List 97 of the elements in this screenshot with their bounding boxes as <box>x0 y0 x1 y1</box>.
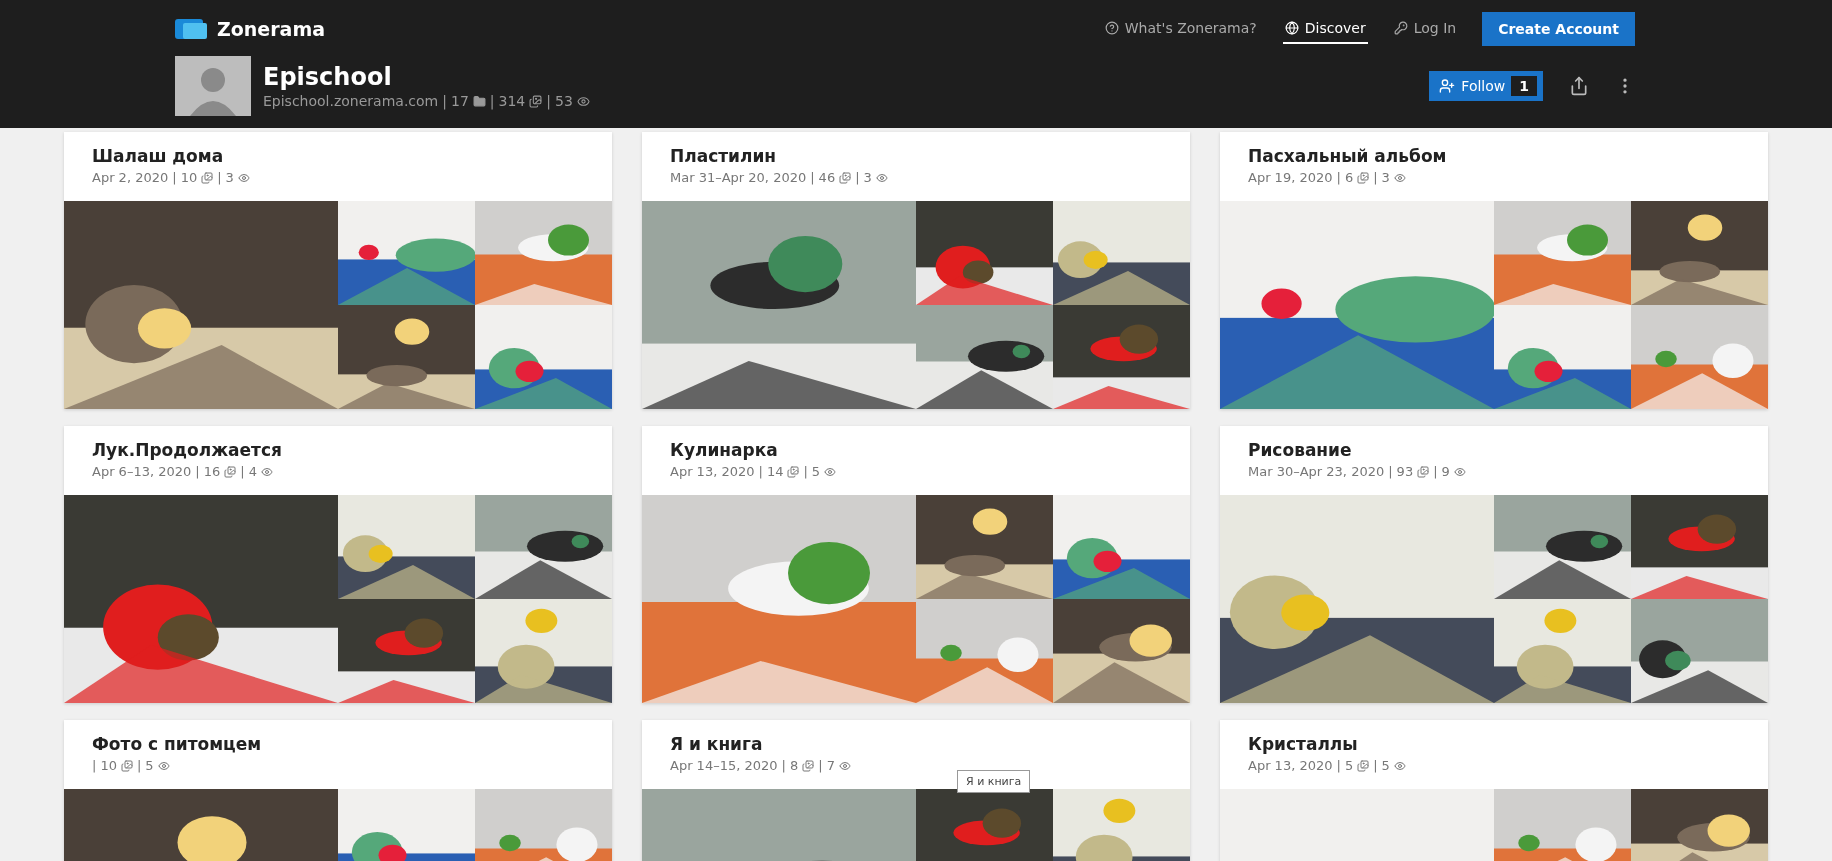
view-count: 4 <box>248 464 257 479</box>
separator: | <box>136 758 142 773</box>
separator: | <box>240 464 245 479</box>
photos-icon <box>224 465 237 478</box>
view-count: 3 <box>225 170 234 185</box>
eye-icon <box>576 94 590 108</box>
album-date: Mar 31–Apr 20, 2020 <box>670 170 807 185</box>
album-title: Рисование <box>1248 440 1353 460</box>
album-title: Пластилин <box>670 146 778 166</box>
follow-button[interactable]: Follow 1 <box>1429 71 1543 101</box>
photo-count: 16 <box>203 464 221 479</box>
separator: | <box>92 758 97 773</box>
folder-icon <box>472 94 486 108</box>
separator: | <box>546 93 551 109</box>
separator: | <box>1373 170 1378 185</box>
separator: | <box>818 758 823 773</box>
photo-count: 6 <box>1344 170 1354 185</box>
follower-count: 1 <box>1511 76 1537 96</box>
view-count: 3 <box>863 170 872 185</box>
profile-domain: Epischool.zonerama.com <box>263 93 439 109</box>
eye-icon <box>260 465 273 478</box>
nav-link[interactable]: Log In <box>1391 14 1459 44</box>
photos-icon <box>529 94 543 108</box>
photo-count: 93 <box>1396 464 1414 479</box>
separator: | <box>1373 758 1378 773</box>
photos-icon <box>120 759 133 772</box>
eye-icon <box>838 759 851 772</box>
photo-count: 314 <box>498 93 526 109</box>
view-count: 5 <box>145 758 154 773</box>
eye-icon <box>1393 759 1406 772</box>
photo-count: 10 <box>100 758 117 773</box>
eye-icon <box>824 465 837 478</box>
key-icon <box>1393 21 1408 35</box>
view-count: 5 <box>811 464 821 479</box>
photos-icon <box>787 465 800 478</box>
album-date: Apr 14–15, 2020 <box>670 758 778 773</box>
separator: | <box>195 464 200 479</box>
photos-icon <box>1357 759 1370 772</box>
tooltip: Я и книга <box>957 770 1031 793</box>
album-date: Apr 19, 2020 <box>1248 170 1333 185</box>
globe-icon <box>1284 21 1299 35</box>
separator: | <box>1433 464 1438 479</box>
album-count: 17 <box>451 93 469 109</box>
album-date: Mar 30–Apr 23, 2020 <box>1248 464 1385 479</box>
separator: | <box>489 93 495 109</box>
logo-icon <box>175 17 209 41</box>
album-title: Лук.Продолжается <box>92 440 283 460</box>
photo-count: 46 <box>818 170 836 185</box>
logo-text: Zonerama <box>217 18 326 40</box>
eye-icon <box>875 171 888 184</box>
album-title: Шалаш дома <box>92 146 225 166</box>
separator: | <box>1388 464 1393 479</box>
album-title: Кулинарка <box>670 440 779 460</box>
view-count: 5 <box>1381 758 1390 773</box>
view-count: 53 <box>555 93 573 109</box>
photos-icon <box>1357 171 1370 184</box>
album-date: Apr 13, 2020 <box>1248 758 1333 773</box>
follow-label: Follow <box>1461 78 1506 94</box>
separator: | <box>217 170 222 185</box>
separator: | <box>172 170 177 185</box>
album-date: Apr 13, 2020 <box>670 464 755 479</box>
photos-icon <box>1417 465 1430 478</box>
photo-count: 8 <box>789 758 799 773</box>
eye-icon <box>1453 465 1466 478</box>
separator: | <box>1336 758 1341 773</box>
album-title: Кристаллы <box>1248 734 1359 754</box>
eye-icon <box>157 759 170 772</box>
separator: | <box>803 464 808 479</box>
photos-icon <box>802 759 815 772</box>
photos-icon <box>839 171 852 184</box>
album-title: Я и книга <box>670 734 764 754</box>
separator: | <box>810 170 815 185</box>
view-count: 3 <box>1381 170 1390 185</box>
view-count: 7 <box>826 758 835 773</box>
separator: | <box>442 93 447 109</box>
photo-count: 14 <box>766 464 784 479</box>
album-date: Apr 6–13, 2020 <box>92 464 192 479</box>
separator: | <box>758 464 763 479</box>
photos-icon <box>201 171 214 184</box>
separator: | <box>781 758 786 773</box>
photo-count: 5 <box>1344 758 1354 773</box>
separator: | <box>855 170 860 185</box>
photo-count: 10 <box>180 170 198 185</box>
view-count: 9 <box>1441 464 1450 479</box>
user-plus-icon <box>1439 78 1456 94</box>
help-icon <box>1104 21 1119 35</box>
album-title: Фото с питомцем <box>92 734 263 754</box>
nav-link[interactable]: Discover <box>1282 14 1368 44</box>
share-icon[interactable] <box>1569 76 1589 96</box>
nav-link[interactable]: What's Zonerama? <box>1102 14 1259 44</box>
separator: | <box>1336 170 1341 185</box>
eye-icon <box>237 171 250 184</box>
eye-icon <box>1393 171 1406 184</box>
create-account-button[interactable]: Create Account <box>1482 12 1635 46</box>
album-date: Apr 2, 2020 <box>92 170 169 185</box>
profile-name: Epischool <box>263 63 393 91</box>
album-title: Пасхальный альбом <box>1248 146 1448 166</box>
